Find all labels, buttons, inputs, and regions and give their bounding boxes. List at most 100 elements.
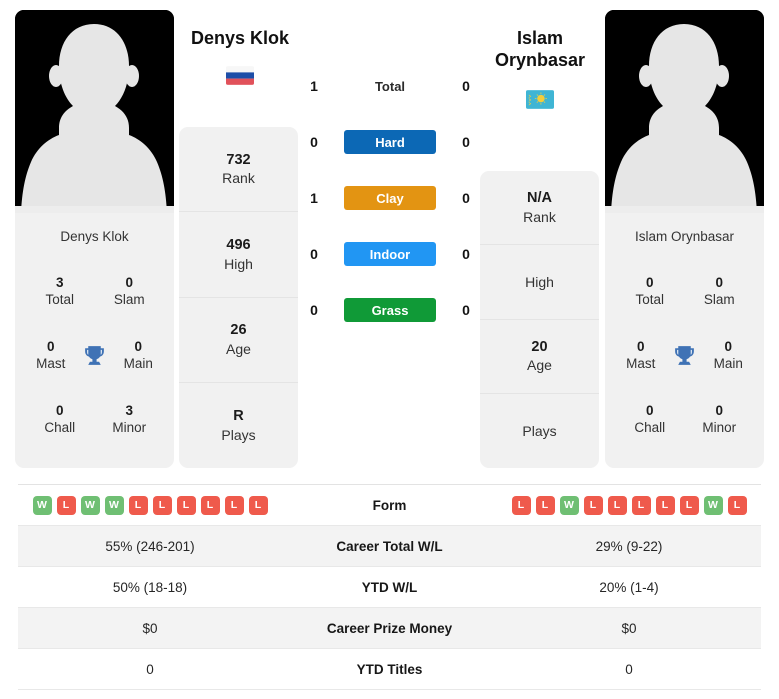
titles-row: 3 Total 0 Slam: [25, 259, 164, 323]
form-badge-loss[interactable]: L: [607, 495, 627, 515]
player-card-right[interactable]: Islam Orynbasar 0 Total 0 Slam 0 Mast 0 …: [605, 10, 764, 468]
titles-minor-value: 3: [125, 402, 133, 418]
age-label: Age: [527, 357, 552, 374]
plays-label: Plays: [522, 423, 557, 440]
player-card-left[interactable]: Denys Klok 3 Total 0 Slam 0 Mast 0 Main …: [15, 10, 174, 468]
surface-badge-hard[interactable]: Hard: [344, 130, 436, 154]
titles-main-label: Main: [713, 356, 743, 371]
h2h-score-left: 0: [310, 302, 318, 318]
h2h-mid: Total: [328, 79, 452, 94]
form-badge-win[interactable]: W: [80, 495, 100, 515]
age-value: 26: [230, 322, 247, 339]
titles-minor-left: 3 Minor: [95, 402, 165, 437]
player-photo-left: [15, 10, 174, 213]
titles-total-value: 0: [645, 274, 654, 290]
rank-cell-age-right: 20 Age: [480, 320, 599, 394]
titles-slam-left: 0 Slam: [95, 274, 165, 309]
h2h-row-hard: 0 Hard 0: [300, 114, 480, 170]
form-badge-loss[interactable]: L: [152, 495, 172, 515]
titles-main-value: 0: [724, 338, 732, 354]
titles-mast-left: 0 Mast: [25, 338, 77, 373]
player-photo-right: [605, 10, 764, 213]
form-badge-loss[interactable]: L: [224, 495, 244, 515]
surface-badge-grass[interactable]: Grass: [344, 298, 436, 322]
titles-main-value: 0: [134, 338, 142, 354]
titles-main-label: Main: [123, 356, 153, 371]
titles-main-left: 0 Main: [113, 338, 165, 373]
form-badge-loss[interactable]: L: [128, 495, 148, 515]
h2h-score-right: 0: [462, 190, 470, 206]
h2h-score-right: 0: [462, 78, 470, 94]
titles-total-label: Total: [635, 292, 665, 307]
trophy-icon-glyph: [675, 345, 694, 365]
rank-value: N/A: [527, 190, 552, 207]
titles-total-right: 0 Total: [615, 274, 685, 309]
stat-value-right: 20% (1-4): [599, 579, 659, 595]
russia-flag-icon: [226, 66, 254, 85]
head-to-head-list: 1 Total 0 0 Hard 0 1 Clay 0 0 Indoor 0 0 Grass 0: [300, 58, 480, 338]
form-badge-win[interactable]: W: [559, 495, 579, 515]
stat-value-right: 0: [625, 661, 633, 677]
trophy-icon-glyph: [85, 345, 104, 365]
form-badge-loss[interactable]: L: [631, 495, 651, 515]
form-badge-loss[interactable]: L: [583, 495, 603, 515]
surface-badge-indoor[interactable]: Indoor: [344, 242, 436, 266]
form-badge-loss[interactable]: L: [511, 495, 531, 515]
form-badge-win[interactable]: W: [703, 495, 723, 515]
titles-total-left: 3 Total: [25, 274, 95, 309]
table-row: 0 YTD Titles 0: [18, 649, 761, 690]
titles-slam-value: 0: [715, 274, 723, 290]
table-row: W L W W L L L L L L Form L L W L L L L L W L: [18, 485, 761, 526]
h2h-score-left: 0: [310, 246, 318, 262]
form-badge-loss[interactable]: L: [535, 495, 555, 515]
form-badge-loss[interactable]: L: [248, 495, 268, 515]
form-badge-loss[interactable]: L: [655, 495, 675, 515]
rank-label: Rank: [523, 208, 556, 225]
titles-minor-label: Minor: [112, 420, 147, 435]
rank-value: 732: [226, 151, 251, 168]
titles-slam-value: 0: [125, 274, 133, 290]
titles-row: 0 Total 0 Slam: [615, 259, 754, 323]
titles-grid-right: 0 Total 0 Slam 0 Mast 0 Main 0 Chall 0 M…: [605, 259, 764, 451]
titles-row: 0 Mast 0 Main: [25, 323, 164, 387]
form-badge-loss[interactable]: L: [200, 495, 220, 515]
form-badge-loss[interactable]: L: [727, 495, 747, 515]
rank-cell-high-right: High: [480, 245, 599, 320]
h2h-row-indoor: 0 Indoor 0: [300, 226, 480, 282]
form-badge-loss[interactable]: L: [56, 495, 76, 515]
player-heading-left[interactable]: Denys Klok: [170, 28, 310, 50]
titles-minor-value: 0: [715, 402, 723, 418]
h2h-mid: Clay: [328, 186, 452, 210]
high-label: High: [224, 255, 253, 272]
high-label: High: [525, 274, 554, 291]
stat-label: Career Total W/L: [336, 538, 443, 554]
form-badge-loss[interactable]: L: [176, 495, 196, 515]
table-row: 50% (18-18) YTD W/L 20% (1-4): [18, 567, 761, 608]
h2h-score-right: 0: [462, 246, 470, 262]
rank-cell-age-left: 26 Age: [179, 298, 298, 383]
form-badge-win[interactable]: W: [104, 495, 124, 515]
stat-value-right: $0: [621, 620, 637, 636]
form-badge-win[interactable]: W: [32, 495, 52, 515]
stat-value-left: 0: [146, 661, 154, 677]
age-value: 20: [531, 338, 548, 355]
rank-cell-high-left: 496 High: [179, 212, 298, 298]
titles-slam-right: 0 Slam: [685, 274, 755, 309]
player-heading-right[interactable]: Islam Orynbasar: [470, 28, 610, 72]
titles-total-label: Total: [45, 292, 75, 307]
rank-card-left: 732 Rank 496 High 26 Age R Plays: [179, 127, 298, 468]
h2h-total-label: Total: [374, 78, 406, 94]
kazakhstan-flag-icon: [526, 90, 554, 109]
surface-badge-clay[interactable]: Clay: [344, 186, 436, 210]
flag-wrap-right: [470, 90, 610, 109]
form-strip-left: WLWWLLLLLL: [18, 495, 282, 515]
high-value: 496: [226, 236, 251, 253]
titles-chall-right: 0 Chall: [615, 402, 685, 437]
rank-card-right: N/A Rank High 20 Age Plays: [480, 171, 599, 468]
rank-cell-rank-left: 732 Rank: [179, 127, 298, 213]
rank-label: Rank: [222, 170, 255, 187]
form-badge-loss[interactable]: L: [679, 495, 699, 515]
stat-label: YTD Titles: [356, 661, 423, 677]
avatar-silhouette-icon: [605, 10, 764, 213]
stat-value-left: 55% (246-201): [105, 538, 195, 554]
